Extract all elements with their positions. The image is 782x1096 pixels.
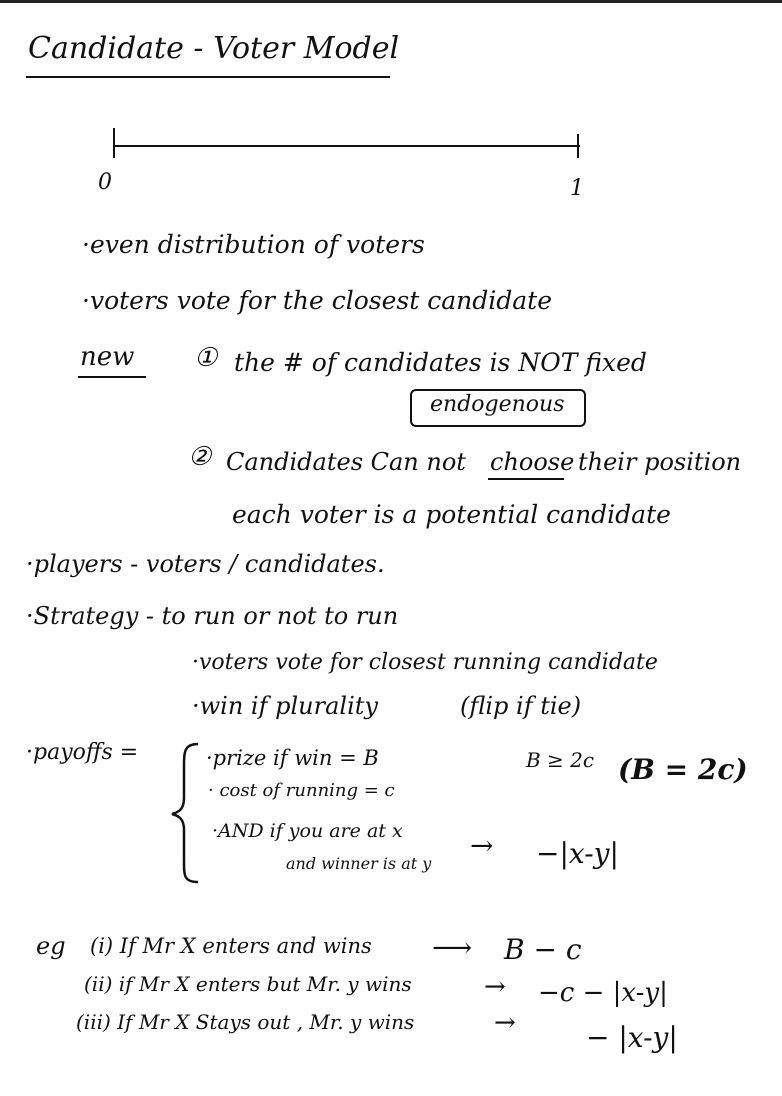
example-1-result: B − c — [504, 933, 582, 966]
payoff-condition: B ≥ 2c — [526, 748, 595, 772]
title-underline — [26, 76, 390, 78]
number-line-right-tick — [577, 134, 579, 158]
example-2: (ii) if Mr X enters but Mr. y wins — [84, 972, 412, 996]
strategy-sub1: ·voters vote for closest running candida… — [192, 650, 658, 675]
payoff-and-result: −|x-y| — [536, 837, 619, 870]
endogenous-label: endogenous — [430, 392, 565, 417]
page-title: Candidate - Voter Model — [28, 31, 400, 66]
bullet-vote-closest: ·voters vote for the closest candidate — [82, 286, 552, 315]
example-1: (i) If Mr X enters and wins — [90, 934, 372, 958]
example-3-result: − |x-y| — [586, 1021, 678, 1054]
item2-text-pre: Candidates Can not — [226, 448, 466, 476]
payoff-and-line2: and winner is at y — [286, 854, 432, 873]
choose-underline — [488, 478, 564, 480]
number-line-right-label: 1 — [570, 176, 584, 201]
payoffs-label: ·payoffs = — [26, 740, 139, 765]
players-line: ·players - voters / candidates. — [26, 550, 385, 578]
payoff-and-line1: ·AND if you are at x — [212, 820, 403, 842]
new-label: new — [80, 342, 135, 372]
page-top-edge — [0, 0, 782, 3]
number-line-axis — [114, 145, 580, 147]
item2-text-choose: choose — [490, 448, 575, 476]
payoff-cost: · cost of running = c — [208, 780, 395, 801]
example-3-arrow: → — [494, 1008, 516, 1038]
bullet-even-distribution: ·even distribution of voters — [82, 230, 425, 259]
example-2-arrow: → — [484, 972, 506, 1002]
item1-number: ① — [194, 343, 218, 373]
example-2-result: −c − |x-y| — [538, 978, 668, 1008]
number-line-left-tick — [113, 128, 115, 158]
payoff-and-arrow: → — [470, 829, 494, 862]
strategy-sub2a: ·win if plurality — [192, 692, 378, 720]
example-3: (iii) If Mr X Stays out , Mr. y wins — [76, 1010, 415, 1034]
payoffs-brace — [171, 742, 199, 884]
item1-text: the # of candidates is NOT fixed — [234, 348, 647, 377]
payoff-condition-equal: (B = 2c) — [618, 753, 748, 786]
payoff-prize: ·prize if win = B — [206, 746, 379, 770]
number-line-left-label: 0 — [98, 170, 112, 195]
item2-line2: each voter is a potential candidate — [232, 500, 671, 529]
item2-number: ② — [188, 442, 212, 472]
item2-text-post: their position — [578, 448, 742, 476]
examples-label: eg — [36, 932, 66, 960]
strategy-line: ·Strategy - to run or not to run — [26, 602, 399, 630]
example-1-arrow: ⟶ — [432, 931, 473, 964]
new-label-underline — [78, 376, 146, 378]
strategy-sub2b: (flip if tie) — [460, 692, 582, 720]
